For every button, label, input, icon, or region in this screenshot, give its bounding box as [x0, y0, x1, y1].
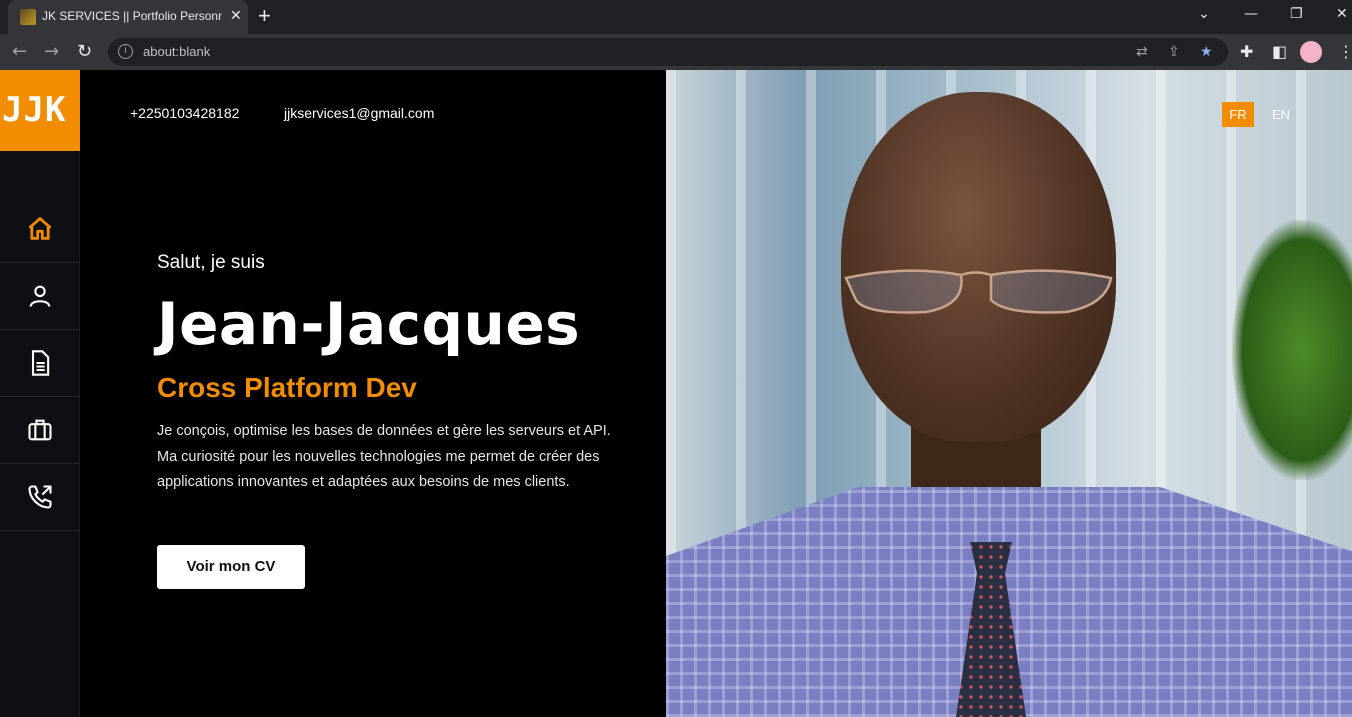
language-en[interactable]: EN: [1266, 102, 1296, 127]
info-icon[interactable]: i: [118, 44, 133, 59]
hero-name: Jean-Jacques: [157, 290, 581, 358]
bookmark-star-icon[interactable]: ★: [1200, 44, 1213, 60]
restore-icon[interactable]: ❐: [1290, 6, 1303, 22]
contact-phone[interactable]: +2250103428182: [130, 105, 239, 121]
new-tab-button[interactable]: +: [258, 4, 271, 28]
nav-contact[interactable]: [0, 464, 80, 531]
reload-icon[interactable]: ↻: [77, 41, 92, 62]
hero-role: Cross Platform Dev: [157, 372, 417, 403]
user-icon: [29, 285, 51, 307]
browser-tab-bar: JK SERVICES || Portfolio Personnel ✕ + ⌄…: [0, 0, 1352, 34]
profile-avatar[interactable]: [1300, 41, 1322, 63]
language-fr[interactable]: FR: [1222, 102, 1254, 127]
nav-resume[interactable]: [0, 330, 80, 397]
hero-description: Je conçois, optimise les bases de donnée…: [157, 423, 611, 490]
profile-photo: FR EN: [666, 70, 1352, 717]
close-tab-icon[interactable]: ✕: [230, 7, 242, 24]
nav-about[interactable]: [0, 263, 80, 330]
tab-title: JK SERVICES || Portfolio Personnel: [42, 9, 222, 23]
document-icon: [31, 350, 50, 376]
share-icon[interactable]: ⇪: [1168, 44, 1180, 60]
view-cv-button[interactable]: Voir mon CV: [157, 545, 305, 589]
back-icon[interactable]: ←: [12, 41, 27, 62]
browser-toolbar: ← → ↻ i about:blank ⇄ ⇪ ★ ✚ ◧ ⋮: [0, 34, 1352, 70]
sidebar: JJK: [0, 70, 80, 717]
nav-portfolio[interactable]: [0, 397, 80, 464]
translate-icon[interactable]: ⇄: [1136, 44, 1148, 60]
url-text[interactable]: about:blank: [143, 44, 210, 59]
briefcase-icon: [28, 419, 52, 441]
home-icon: [28, 217, 52, 240]
browser-tab[interactable]: JK SERVICES || Portfolio Personnel ✕: [8, 0, 248, 34]
forward-icon[interactable]: →: [44, 41, 59, 62]
menu-icon[interactable]: ⋮: [1338, 42, 1352, 61]
contact-email[interactable]: jjkservices1@gmail.com: [284, 105, 434, 121]
glasses: [844, 269, 1113, 314]
site-logo[interactable]: JJK: [0, 70, 80, 151]
tab-search-icon[interactable]: ⌄: [1198, 6, 1210, 22]
address-bar[interactable]: i about:blank ⇄ ⇪ ★: [108, 38, 1228, 66]
nav-home[interactable]: [0, 196, 80, 263]
phone-icon: [28, 485, 52, 509]
favicon-icon: [20, 9, 36, 25]
portfolio-page: JJK +2250103428182 jjkservices1@gmail.co…: [0, 70, 1352, 717]
plant-background: [1232, 220, 1352, 480]
hero-greeting: Salut, je suis: [157, 252, 265, 273]
minimize-icon[interactable]: —: [1244, 6, 1258, 22]
side-panel-icon[interactable]: ◧: [1272, 42, 1287, 61]
extensions-icon[interactable]: ✚: [1240, 42, 1253, 61]
close-window-icon[interactable]: ✕: [1336, 6, 1348, 22]
